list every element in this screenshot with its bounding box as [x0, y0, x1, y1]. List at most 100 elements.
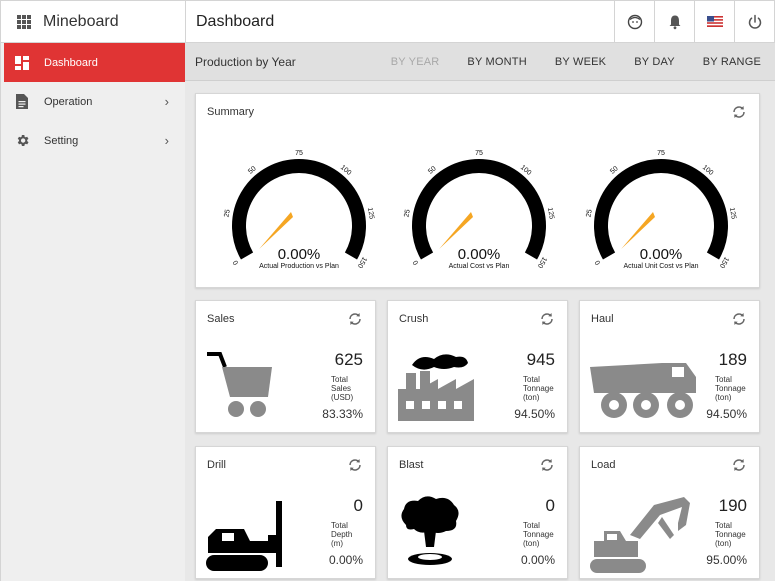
- gauge-needle: [439, 212, 473, 249]
- gauge-tick-label: 50: [247, 165, 258, 175]
- kpi-description: Total Tonnage (ton): [523, 521, 554, 548]
- section-title: Production by Year: [195, 55, 296, 69]
- sidebar-item-dashboard[interactable]: Dashboard: [4, 43, 185, 82]
- page-title: Dashboard: [196, 13, 275, 30]
- power-icon[interactable]: [734, 1, 774, 42]
- apps-grid-icon[interactable]: [17, 14, 31, 29]
- filter-by-year[interactable]: BY YEAR: [391, 56, 440, 68]
- factory-icon: [398, 354, 474, 421]
- gauge-cost: 0 25 50 75 100 125 150 0.00% Actual Cost vs Pl…: [401, 144, 557, 276]
- gauge-label: Actual Cost vs Plan: [448, 263, 510, 270]
- gauge-needle: [259, 212, 293, 249]
- refresh-icon[interactable]: [731, 311, 747, 327]
- gauge-tick-label: 125: [546, 207, 555, 220]
- dashboard-icon: [14, 55, 30, 71]
- explosion-icon: [401, 496, 459, 565]
- refresh-icon[interactable]: [731, 104, 747, 120]
- document-icon: [14, 94, 30, 110]
- kpi-description: Total Depth (m): [331, 521, 353, 548]
- excavator-icon: [590, 497, 690, 573]
- sidebar-item-setting[interactable]: Setting ›: [1, 121, 185, 160]
- gauge-needle: [621, 212, 655, 249]
- shopping-cart-icon: [207, 352, 272, 417]
- gauge-label: Actual Unit Cost vs Plan: [623, 263, 699, 270]
- kpi-value: 189: [718, 350, 747, 369]
- gauge-unit-cost: 0 25 50 75 100 125 150 0.00% Actual Unit Cost …: [583, 144, 739, 276]
- kpi-description: Total Tonnage (ton): [715, 521, 746, 548]
- refresh-icon[interactable]: [539, 311, 555, 327]
- card-title: Haul: [591, 313, 614, 325]
- kpi-card-haul: Haul 189 Total Tonnage (ton) 94.50%: [579, 300, 760, 433]
- sidebar-item-operation[interactable]: Operation ›: [1, 82, 185, 121]
- gauge-tick-label: 125: [366, 207, 375, 220]
- kpi-percent: 94.50%: [514, 407, 555, 421]
- chevron-right-icon: ›: [164, 94, 169, 109]
- kpi-value: 0: [545, 496, 555, 515]
- kpi-card-blast: Blast 0 Total Tonnage (ton) 0.00%: [387, 446, 568, 579]
- card-title: Summary: [207, 106, 255, 118]
- gauge-tick-label: 75: [295, 150, 303, 157]
- refresh-icon[interactable]: [347, 457, 363, 473]
- gauge-tick-label: 25: [403, 209, 411, 218]
- kpi-value: 190: [718, 496, 747, 515]
- face-icon[interactable]: [614, 1, 654, 42]
- chevron-right-icon: ›: [164, 133, 169, 148]
- kpi-description: Total Tonnage (ton): [523, 375, 554, 402]
- filter-by-day[interactable]: BY DAY: [634, 56, 675, 68]
- sidebar-item-label: Dashboard: [44, 56, 98, 69]
- kpi-description: Total Tonnage (ton): [715, 375, 746, 402]
- kpi-percent: 95.00%: [706, 553, 747, 567]
- gauge-tick-label: 75: [475, 150, 483, 157]
- refresh-icon[interactable]: [347, 311, 363, 327]
- gauge-value: 0.00%: [277, 246, 321, 263]
- card-title: Blast: [399, 459, 424, 471]
- kpi-percent: 83.33%: [322, 407, 363, 421]
- gauge-tick-label: 125: [728, 207, 737, 220]
- gauge-production: 0 25 50 75 100 125 150 0.00% Actual Production…: [221, 144, 377, 276]
- kpi-value: 0: [353, 496, 363, 515]
- kpi-value: 625: [334, 350, 363, 369]
- gauge-value: 0.00%: [457, 246, 501, 263]
- drill-rig-icon: [206, 501, 282, 571]
- card-title: Crush: [399, 313, 429, 325]
- toolbar-icons: [614, 1, 774, 42]
- card-title: Sales: [207, 313, 235, 325]
- gauge-tick-label: 75: [657, 150, 665, 157]
- gauge-tick-label: 25: [585, 209, 593, 218]
- gauge-tick-label: 25: [223, 209, 231, 218]
- gauge-tick-label: 50: [609, 165, 620, 175]
- gauge-arc: [594, 159, 728, 260]
- brand: Mineboard: [1, 1, 186, 42]
- sidebar: Dashboard Operation › Setting ›: [0, 43, 185, 581]
- gauge-tick-label: 50: [427, 165, 438, 175]
- dump-truck-icon: [590, 363, 696, 418]
- gauge-arc: [412, 159, 546, 260]
- kpi-card-crush: Crush 945 Total Tonnage (ton) 94.50%: [387, 300, 568, 433]
- kpi-card-load: Load 190 Total Tonnage (ton) 95.00%: [579, 446, 760, 579]
- period-bar: Production by Year BY YEAR BY MONTH BY W…: [185, 43, 775, 81]
- card-title: Drill: [207, 459, 226, 471]
- gauge-label: Actual Production vs Plan: [259, 263, 339, 270]
- card-title: Load: [591, 459, 616, 471]
- kpi-value: 945: [526, 350, 555, 369]
- filter-by-range[interactable]: BY RANGE: [703, 56, 761, 68]
- gear-icon: [14, 133, 30, 149]
- period-filters: BY YEAR BY MONTH BY WEEK BY DAY BY RANGE: [363, 43, 761, 81]
- gauge-value: 0.00%: [639, 246, 683, 263]
- app-title: Mineboard: [43, 12, 119, 30]
- sidebar-item-label: Setting: [44, 134, 79, 147]
- filter-by-week[interactable]: BY WEEK: [555, 56, 606, 68]
- flag-us-icon[interactable]: [694, 1, 734, 42]
- kpi-card-sales: Sales 625 Total Sales (USD) 83.33%: [195, 300, 376, 433]
- kpi-description: Total Sales (USD): [331, 375, 354, 402]
- kpi-percent: 94.50%: [706, 407, 747, 421]
- refresh-icon[interactable]: [731, 457, 747, 473]
- filter-by-month[interactable]: BY MONTH: [467, 56, 526, 68]
- kpi-percent: 0.00%: [520, 553, 555, 567]
- summary-card: Summary 0 25 50 75 100 125 150 0.00% Actual Pr…: [195, 93, 760, 288]
- bell-icon[interactable]: [654, 1, 694, 42]
- kpi-card-drill: Drill 0 Total Depth (m) 0.00%: [195, 446, 376, 579]
- refresh-icon[interactable]: [539, 457, 555, 473]
- gauge-arc: [232, 159, 366, 260]
- kpi-percent: 0.00%: [328, 553, 363, 567]
